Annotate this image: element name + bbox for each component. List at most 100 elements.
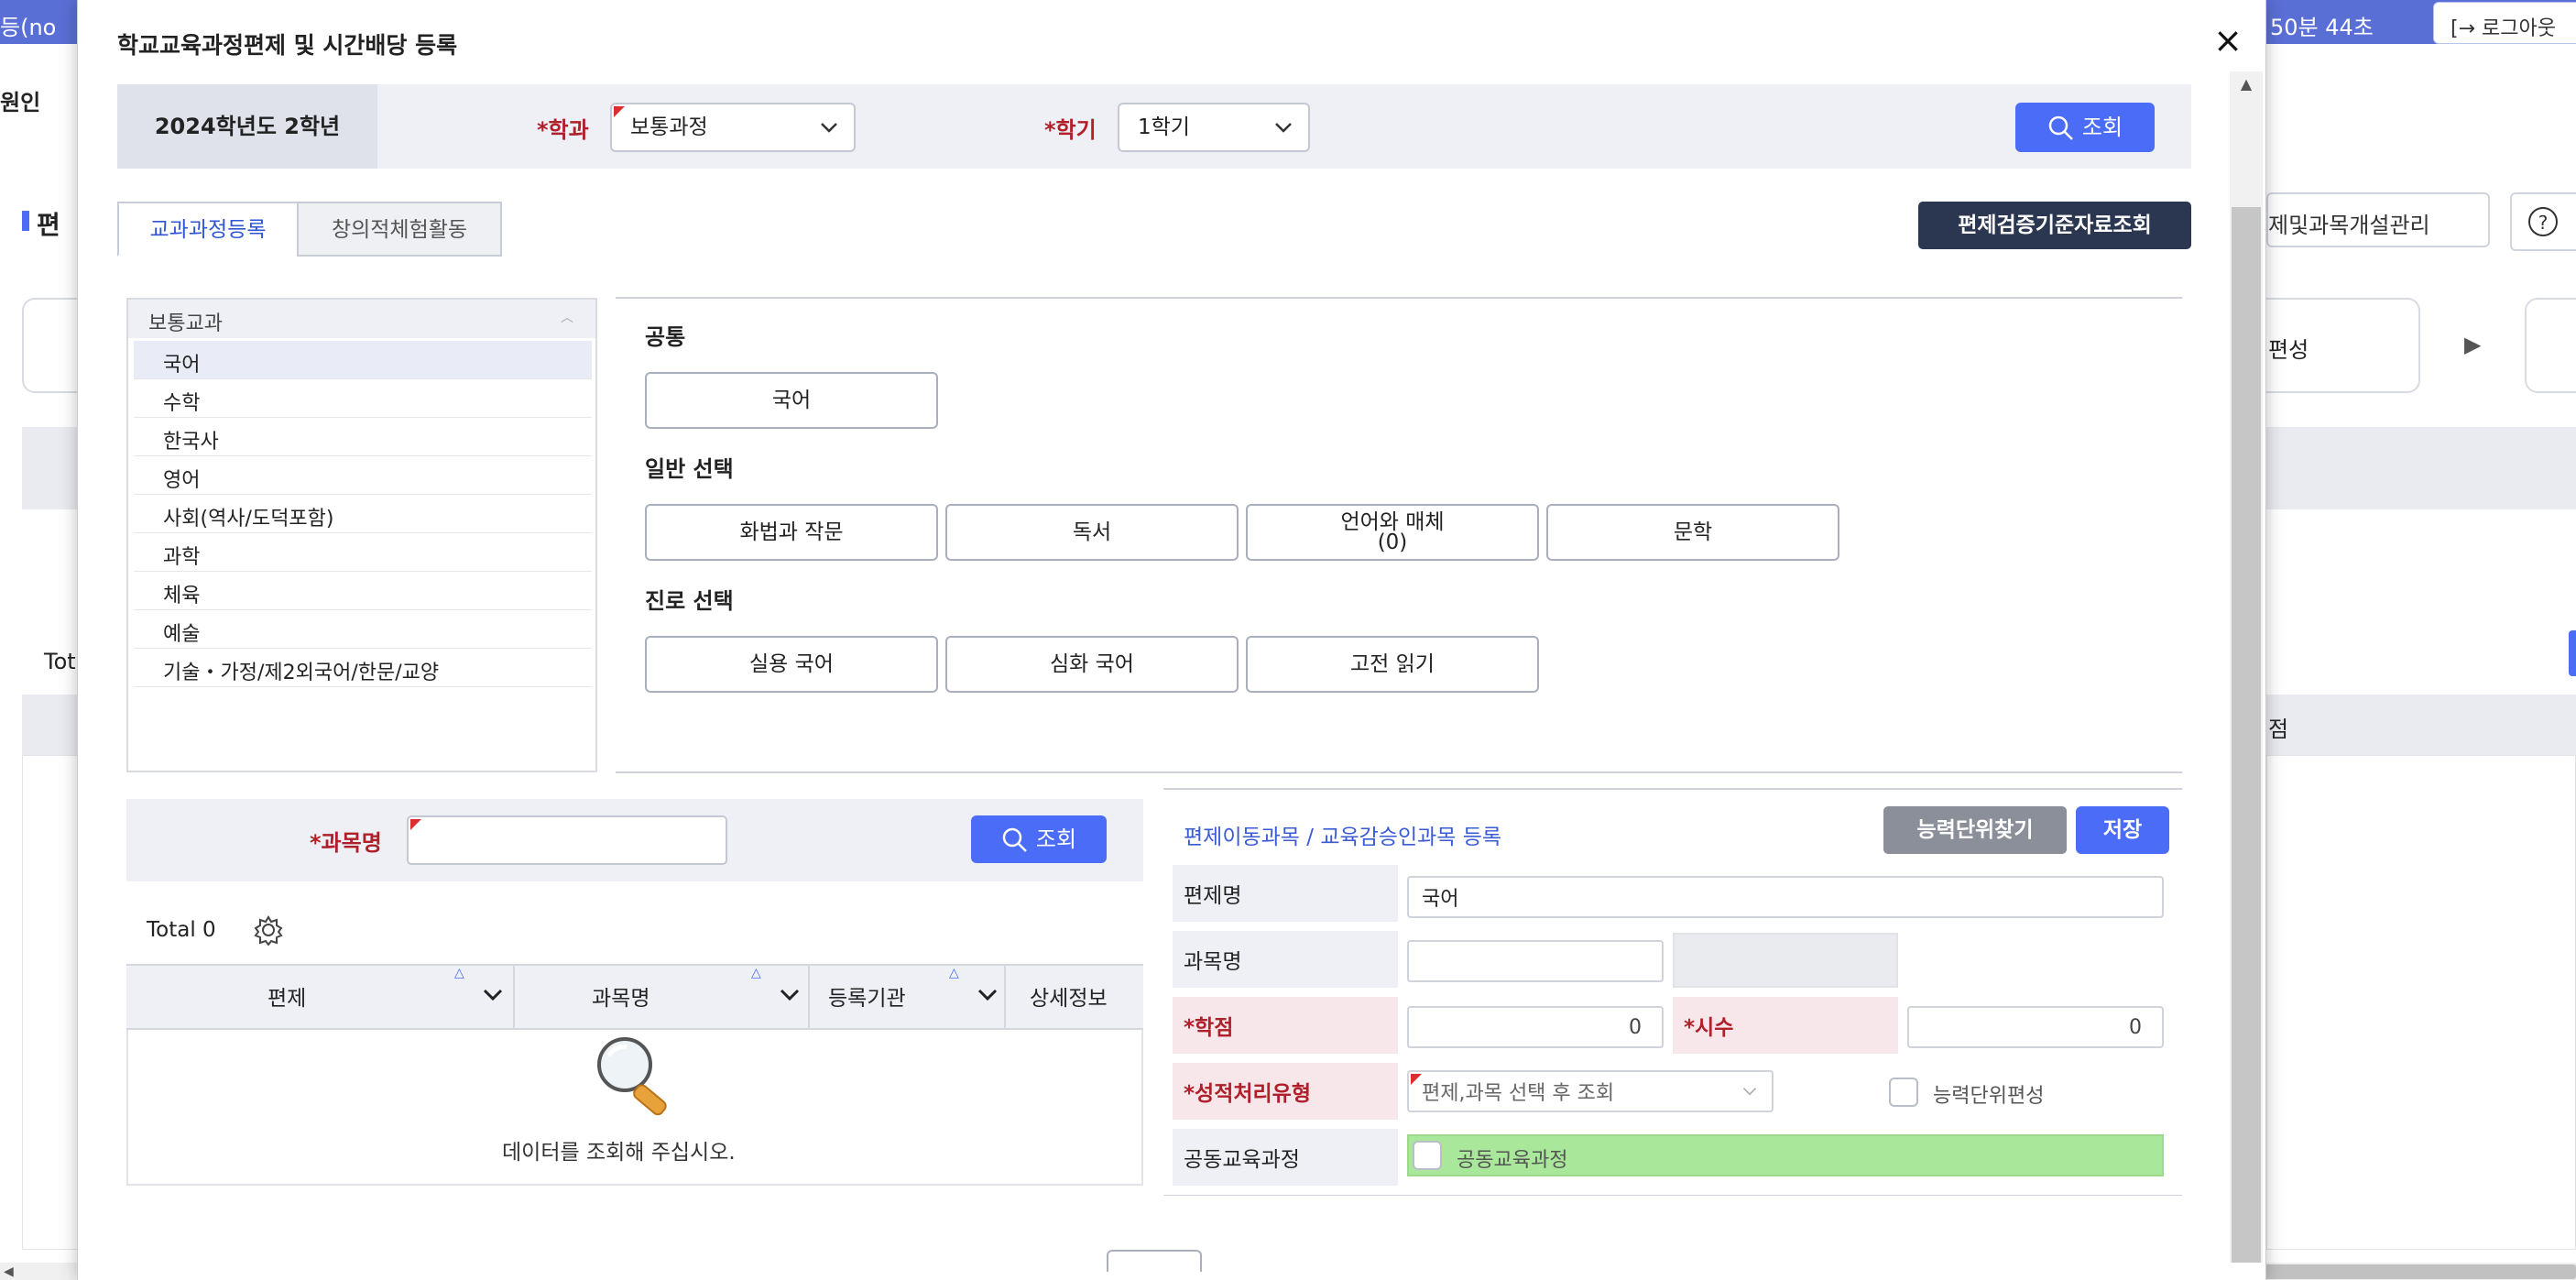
list-item[interactable]: 과학 bbox=[134, 533, 592, 572]
curriculum-name-label: 편제명 bbox=[1173, 865, 1398, 922]
subject-button[interactable]: 언어와 매체 (0) bbox=[1246, 504, 1539, 561]
bg-total-fragment: Tot bbox=[44, 649, 76, 674]
column-header-agency[interactable]: 등록기관 bbox=[828, 980, 906, 1012]
list-item[interactable]: 수학 bbox=[134, 379, 592, 418]
empty-message: 데이터를 조회해 주십시오. bbox=[502, 1141, 736, 1165]
grading-type-select[interactable]: 편제,과목 선택 후 조회 bbox=[1407, 1070, 1774, 1112]
bg-step-label: 편성 bbox=[2268, 337, 2309, 363]
hours-label: *시수 bbox=[1673, 997, 1898, 1054]
list-item[interactable]: 예술 bbox=[134, 610, 592, 649]
chevron-down-icon[interactable] bbox=[482, 986, 504, 1004]
column-divider bbox=[1004, 966, 1006, 1028]
gear-icon[interactable] bbox=[253, 914, 284, 946]
search-button[interactable]: 조회 bbox=[2015, 103, 2155, 152]
find-ability-unit-button[interactable]: 능력단위찾기 bbox=[1883, 806, 2067, 854]
magnifier-icon bbox=[597, 1037, 667, 1116]
logout-icon: [→ bbox=[2450, 17, 2476, 40]
form-bottom-divider bbox=[1163, 1195, 2182, 1196]
grade-label: 2024학년도 2학년 bbox=[117, 84, 377, 169]
list-item[interactable]: 국어 bbox=[134, 341, 592, 379]
modal-title: 학교교육과정편제 및 시간배당 등록 bbox=[117, 32, 458, 59]
list-item[interactable]: 기술・가정/제2외국어/한문/교양 bbox=[134, 649, 592, 687]
subject-button[interactable]: 심화 국어 bbox=[945, 636, 1239, 693]
list-item[interactable]: 체육 bbox=[134, 572, 592, 610]
bg-panel-right bbox=[2266, 427, 2576, 509]
subject-button[interactable]: 국어 bbox=[645, 372, 938, 429]
logout-button[interactable]: [→ 로그아웃 bbox=[2433, 2, 2576, 44]
required-marker bbox=[614, 106, 625, 117]
verify-standard-button[interactable]: 편제검증기준자료조회 bbox=[1918, 202, 2191, 249]
list-item[interactable]: 한국사 bbox=[134, 418, 592, 456]
group-title-general: 일반 선택 bbox=[645, 456, 734, 482]
modal-scrollbar-thumb[interactable] bbox=[2232, 207, 2261, 1263]
required-marker bbox=[1411, 1074, 1422, 1085]
subject-button[interactable]: 독서 bbox=[945, 504, 1239, 561]
column-header-curriculum[interactable]: 편제 bbox=[267, 980, 306, 1012]
search-icon bbox=[2048, 115, 2073, 140]
chevron-down-icon bbox=[1275, 123, 1292, 133]
scroll-up-arrow-icon[interactable]: ▲ bbox=[2230, 75, 2263, 101]
bg-step-box-right bbox=[2525, 298, 2576, 393]
subject-area-top-divider bbox=[616, 297, 2182, 299]
subject-code-readonly bbox=[1673, 933, 1898, 988]
dept-select[interactable]: 보통과정 bbox=[610, 103, 856, 152]
course-name-input[interactable] bbox=[407, 815, 727, 865]
list-item[interactable]: 영어 bbox=[134, 456, 592, 495]
subject-button[interactable]: 화법과 작문 bbox=[645, 504, 938, 561]
bg-grid-body-right bbox=[2266, 755, 2576, 1250]
joint-curriculum-checkbox-label: 공동교육과정 bbox=[1457, 1149, 1568, 1172]
course-name-label: *과목명 bbox=[310, 830, 382, 856]
tab-creative-activity[interactable]: 창의적체험활동 bbox=[297, 202, 502, 257]
ability-unit-checkbox[interactable] bbox=[1889, 1078, 1918, 1107]
chevron-down-icon[interactable] bbox=[977, 986, 999, 1004]
tab-curriculum[interactable]: 교과과정등록 bbox=[117, 202, 299, 257]
sort-up-icon[interactable]: △ bbox=[751, 966, 761, 980]
subject-button[interactable]: 문학 bbox=[1546, 504, 1839, 561]
joint-curriculum-label: 공동교육과정 bbox=[1173, 1129, 1398, 1186]
curriculum-name-field[interactable]: 국어 bbox=[1407, 876, 2164, 918]
ability-unit-checkbox-label: 능력단위편성 bbox=[1933, 1085, 2045, 1108]
topbar-fragment: 등(no bbox=[0, 15, 57, 40]
logout-label: 로그아웃 bbox=[2482, 17, 2556, 40]
bg-heading-marker bbox=[22, 211, 29, 231]
bg-step-arrow-icon: ▶ bbox=[2464, 332, 2482, 357]
bg-button-fragment[interactable] bbox=[2569, 630, 2576, 676]
credit-label: *학점 bbox=[1173, 997, 1398, 1054]
column-divider bbox=[513, 966, 515, 1028]
semester-select[interactable]: 1학기 bbox=[1118, 103, 1310, 152]
chevron-down-icon bbox=[821, 123, 837, 133]
column-divider bbox=[808, 966, 810, 1028]
scroll-left-arrow-icon[interactable]: ◀ bbox=[4, 1264, 14, 1279]
subject-name-field[interactable] bbox=[1407, 940, 1664, 982]
bg-curriculum-manage-link[interactable]: 제및과목개설관리 bbox=[2266, 192, 2490, 247]
list-item[interactable]: 사회(역사/도덕포함) bbox=[134, 495, 592, 533]
footer-button-fragment[interactable] bbox=[1107, 1250, 1202, 1272]
credit-field[interactable]: 0 bbox=[1407, 1006, 1664, 1048]
subject-button[interactable]: 고전 읽기 bbox=[1246, 636, 1539, 693]
subject-list-header: 보통교과 bbox=[128, 300, 595, 338]
course-search-button[interactable]: 조회 bbox=[971, 815, 1107, 863]
semester-label: *학기 bbox=[1044, 117, 1097, 143]
save-button[interactable]: 저장 bbox=[2076, 806, 2169, 854]
required-marker bbox=[410, 819, 421, 830]
close-icon[interactable]: × bbox=[2210, 22, 2246, 59]
bg-help-button[interactable]: ? bbox=[2510, 192, 2576, 251]
grading-type-label: *성적처리유형 bbox=[1173, 1063, 1398, 1120]
sort-up-icon[interactable]: △ bbox=[949, 966, 959, 980]
help-icon: ? bbox=[2528, 207, 2558, 236]
search-icon bbox=[1002, 827, 1027, 852]
dept-label: *학과 bbox=[537, 117, 589, 143]
column-header-course[interactable]: 과목명 bbox=[592, 980, 649, 1012]
sort-up-icon[interactable]: △ bbox=[454, 966, 464, 980]
hours-field[interactable]: 0 bbox=[1907, 1006, 2164, 1048]
subject-name-label: 과목명 bbox=[1173, 931, 1398, 988]
bg-heading-fragment: 원인 bbox=[0, 90, 41, 115]
joint-curriculum-checkbox[interactable] bbox=[1413, 1141, 1442, 1170]
collapse-icon[interactable]: ︿ bbox=[561, 308, 573, 326]
total-count: Total 0 bbox=[147, 918, 216, 942]
chevron-down-icon[interactable] bbox=[779, 986, 801, 1004]
subject-button[interactable]: 실용 국어 bbox=[645, 636, 938, 693]
group-title-career: 진로 선택 bbox=[645, 588, 734, 614]
column-header-detail[interactable]: 상세정보 bbox=[1030, 980, 1108, 1012]
bg-section-fragment: 편 bbox=[37, 210, 60, 240]
